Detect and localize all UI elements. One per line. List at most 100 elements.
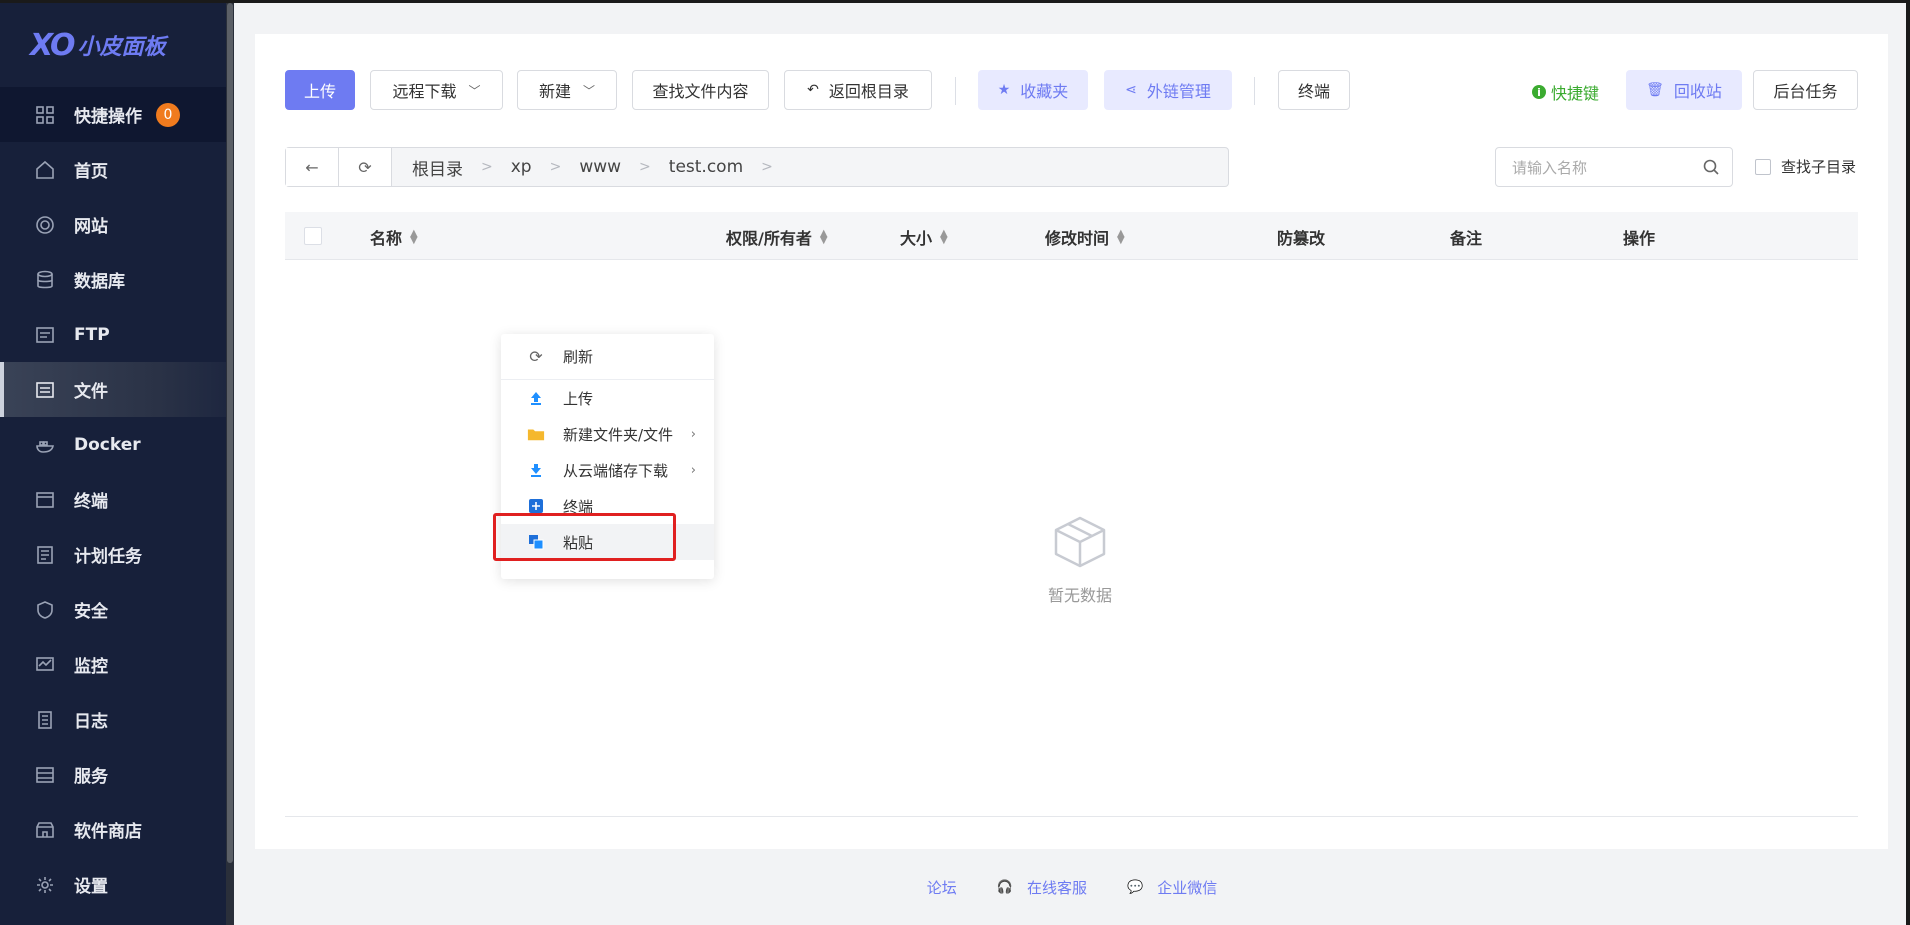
context-item-label: 从云端储存下载 <box>563 461 669 480</box>
quick-actions-badge: 0 <box>156 102 180 127</box>
support-link[interactable]: 🎧 在线客服 <box>987 877 1097 898</box>
wechat-link[interactable]: 💬 企业微信 <box>1117 877 1227 898</box>
new-button[interactable]: 新建 ﹀ <box>517 70 617 110</box>
sidebar-item-scheduled-tasks[interactable]: 计划任务 <box>0 527 226 582</box>
grid-icon <box>34 104 56 126</box>
recycle-bin-button[interactable]: 🗑 回收站 <box>1626 70 1742 110</box>
shortcut-label: 快捷键 <box>1551 84 1600 103</box>
share-links-button[interactable]: ⋖ 外链管理 <box>1104 70 1232 110</box>
favorites-label: 收藏夹 <box>1020 82 1069 101</box>
sidebar-item-label: Docker <box>74 434 141 455</box>
sidebar-item-terminal[interactable]: 终端 <box>0 472 226 527</box>
breadcrumb-item[interactable]: test.com <box>669 157 743 177</box>
sidebar-item-ftp[interactable]: FTP <box>0 307 226 362</box>
background-tasks-label: 后台任务 <box>1773 82 1838 101</box>
refresh-button[interactable]: ⟳ <box>339 148 392 186</box>
checkbox[interactable] <box>1755 158 1771 175</box>
sort-icon: ▲ ▼ <box>819 228 828 246</box>
sidebar-item-label: 快捷操作 <box>74 107 142 127</box>
column-label: 防篡改 <box>1277 229 1326 248</box>
sidebar-item-database[interactable]: 数据库 <box>0 252 226 307</box>
refresh-icon: ⟳ <box>358 157 372 177</box>
globe-icon <box>34 214 56 236</box>
new-button-label: 新建 <box>538 82 571 101</box>
column-label: 权限/所有者 <box>726 229 812 248</box>
path-bar: ← ⟳ 根目录 > xp > www > test.com > <box>285 147 1229 187</box>
column-tamper-proof: 防篡改 <box>1277 225 1325 249</box>
breadcrumb-item[interactable]: 根目录 <box>412 155 463 180</box>
column-size[interactable]: 大小 ▲ ▼ <box>900 225 948 249</box>
empty-state: 暂无数据 <box>1030 512 1130 606</box>
info-icon: i <box>1532 85 1546 99</box>
forum-link[interactable]: 论坛 <box>917 877 967 898</box>
shortcut-link[interactable]: i 快捷键 <box>1532 80 1599 104</box>
sidebar-item-quick-actions[interactable]: 快捷操作 0 <box>0 87 226 142</box>
back-root-button[interactable]: ↶ 返回根目录 <box>784 70 932 110</box>
sidebar-item-label: FTP <box>74 324 110 345</box>
headset-icon: 🎧 <box>996 880 1013 895</box>
back-root-label: 返回根目录 <box>828 82 909 101</box>
sort-icon: ▲ ▼ <box>940 228 948 246</box>
background-tasks-button[interactable]: 后台任务 <box>1753 70 1858 110</box>
sort-icon: ▲ ▼ <box>1117 228 1125 246</box>
paste-highlight-box <box>493 513 676 561</box>
search-input[interactable]: 请输入名称 <box>1495 147 1733 187</box>
upload-button-label: 上传 <box>303 82 336 101</box>
sidebar-item-home[interactable]: 首页 <box>0 142 226 197</box>
terminal-icon <box>34 489 56 511</box>
sidebar-item-logs[interactable]: 日志 <box>0 692 226 747</box>
remote-download-button[interactable]: 远程下载 ﹀ <box>370 70 503 110</box>
star-icon: ★ <box>997 82 1011 98</box>
context-item-label: 新建文件夹/文件 <box>563 425 674 444</box>
column-label: 备注 <box>1450 229 1483 248</box>
upload-button[interactable]: 上传 <box>285 70 355 110</box>
context-item-cloud-download[interactable]: 从云端储存下载 › <box>501 452 714 488</box>
ftp-icon <box>34 324 56 346</box>
scrollbar-thumb[interactable] <box>227 3 233 863</box>
task-icon <box>34 544 56 566</box>
sidebar-item-services[interactable]: 服务 <box>0 747 226 802</box>
sidebar-item-files[interactable]: 文件 <box>0 362 226 417</box>
toolbar-divider <box>955 77 956 105</box>
context-item-upload[interactable]: 上传 <box>501 380 714 416</box>
support-label: 在线客服 <box>1026 879 1087 897</box>
breadcrumb-separator: > <box>761 159 773 175</box>
terminal-button[interactable]: 终端 <box>1278 70 1350 110</box>
sidebar-item-website[interactable]: 网站 <box>0 197 226 252</box>
sidebar-item-store[interactable]: 软件商店 <box>0 802 226 857</box>
sidebar-item-label: 终端 <box>74 492 108 512</box>
share-icon: ⋖ <box>1125 82 1137 98</box>
column-actions: 操作 <box>1623 225 1655 249</box>
breadcrumb-item[interactable]: xp <box>511 157 532 177</box>
remote-download-label: 远程下载 <box>392 82 457 101</box>
logo-mark: XO <box>30 27 76 63</box>
column-modified[interactable]: 修改时间 ▲ ▼ <box>1045 225 1125 249</box>
favorites-button[interactable]: ★ 收藏夹 <box>978 70 1088 110</box>
sort-icon: ▲ ▼ <box>410 228 418 246</box>
context-item-refresh[interactable]: ⟳ 刷新 <box>501 338 714 374</box>
breadcrumb-item[interactable]: www <box>579 157 621 177</box>
subdir-checkbox[interactable]: 查找子目录 <box>1755 156 1856 177</box>
file-icon <box>34 379 56 401</box>
chevron-right-icon: › <box>690 426 696 442</box>
back-arrow-button[interactable]: ← <box>286 148 339 186</box>
context-item-new-folder-file[interactable]: 新建文件夹/文件 › <box>501 416 714 452</box>
column-name[interactable]: 名称 ▲ ▼ <box>370 225 418 249</box>
sidebar-item-security[interactable]: 安全 <box>0 582 226 637</box>
column-label: 操作 <box>1623 229 1656 248</box>
table-header: 名称 ▲ ▼ 权限/所有者 ▲ ▼ 大小 ▲ ▼ 修改时间 ▲ ▼ 防篡改 备注 操作 <box>285 212 1858 260</box>
sidebar-item-docker[interactable]: Docker <box>0 417 226 472</box>
database-icon <box>34 269 56 291</box>
sidebar-item-label: 首页 <box>74 162 108 182</box>
sidebar-scrollbar[interactable] <box>226 3 234 925</box>
sidebar-item-monitor[interactable]: 监控 <box>0 637 226 692</box>
search-icon[interactable] <box>1702 158 1720 176</box>
breadcrumb-separator: > <box>639 159 651 175</box>
sidebar-item-label: 文件 <box>74 382 108 402</box>
find-content-button[interactable]: 查找文件内容 <box>632 70 769 110</box>
subdir-label: 查找子目录 <box>1781 158 1857 176</box>
column-permissions[interactable]: 权限/所有者 ▲ ▼ <box>726 225 828 249</box>
chevron-right-icon: › <box>690 462 696 478</box>
context-item-label: 刷新 <box>563 347 594 366</box>
select-all-checkbox[interactable] <box>304 227 322 245</box>
